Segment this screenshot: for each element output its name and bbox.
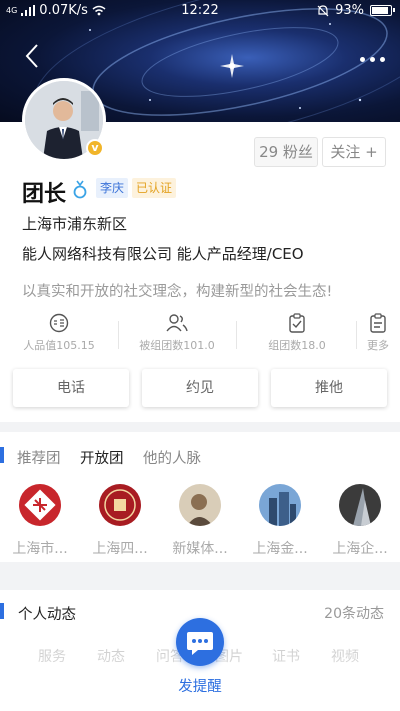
city-tag: 李庆 — [96, 178, 129, 198]
stat-label: 更多 — [367, 339, 389, 352]
recommend-button[interactable]: 推他 — [271, 369, 387, 407]
group-avatar[interactable] — [259, 484, 301, 526]
people-value-icon — [49, 313, 69, 333]
divider — [236, 321, 237, 349]
subtab-videos[interactable]: 视频 — [331, 646, 359, 666]
group-photo-image — [179, 484, 221, 526]
location-text: 上海市浦东新区 — [22, 215, 128, 233]
group-building-image — [259, 484, 301, 526]
motto-text: 以真实和开放的社交理念，构建新型的社会生态! — [22, 284, 333, 300]
group-name: 新媒体... — [172, 541, 228, 557]
battery-percent: 93% — [335, 3, 364, 18]
section-accent-bar — [0, 603, 4, 619]
clock: 12:22 — [181, 3, 219, 18]
group-tower-image — [339, 484, 381, 526]
battery-level-fill — [372, 7, 388, 14]
group-avatar[interactable] — [339, 484, 381, 526]
meet-button[interactable]: 约见 — [142, 369, 258, 407]
call-button[interactable]: 电话 — [13, 369, 129, 407]
gender-icon — [73, 180, 87, 199]
group-avatar[interactable] — [19, 484, 61, 526]
divider — [118, 321, 119, 349]
dot-icon — [369, 56, 375, 62]
stat-people-value[interactable]: 人品值105.15 — [14, 313, 104, 353]
group-seal-image — [99, 484, 141, 526]
company-title-text: 能人网络科技有限公司 能人产品经理/CEO — [22, 245, 304, 263]
clipboard-check-icon — [289, 313, 305, 333]
subtab-certificates[interactable]: 证书 — [272, 646, 300, 666]
send-reminder-button[interactable] — [176, 618, 224, 666]
stat-label: 人品值105.15 — [23, 339, 95, 352]
chat-bubble-icon — [187, 632, 213, 655]
group-logo-image — [19, 484, 61, 526]
stat-label: 组团数18.0 — [268, 339, 326, 352]
certified-tag: 已认证 — [132, 178, 177, 198]
mute-bell-icon — [317, 4, 329, 16]
group-users-icon — [166, 314, 188, 332]
tab-open-groups[interactable]: 开放团 — [80, 447, 124, 468]
status-bar: 4G 0.07K/s 12:22 93% — [0, 0, 400, 22]
back-arrow-icon[interactable] — [22, 42, 44, 70]
profile-name: 团长 — [22, 182, 67, 207]
more-options-button[interactable] — [354, 52, 390, 66]
tab-his-connections[interactable]: 他的人脉 — [143, 447, 201, 468]
dynamics-title: 个人动态 — [18, 607, 76, 623]
group-name: 上海金... — [252, 541, 308, 557]
subtab-services[interactable]: 服务 — [38, 646, 66, 666]
stats-row: 人品值105.15 被组团数101.0 组团数18.0 更多 — [0, 313, 400, 357]
stat-group-count[interactable]: 组团数18.0 — [252, 313, 342, 353]
section-accent-bar — [0, 447, 4, 463]
stat-grouped-count[interactable]: 被组团数101.0 — [132, 313, 222, 353]
group-name: 上海市... — [12, 541, 68, 557]
dynamics-count[interactable]: 20条动态 — [324, 603, 384, 623]
group-avatar[interactable] — [179, 484, 221, 526]
group-name: 上海企... — [332, 541, 388, 557]
group-name: 上海四... — [92, 541, 148, 557]
follow-button[interactable]: 关注 + — [322, 137, 386, 167]
stat-more[interactable]: 更多 — [362, 313, 394, 353]
send-reminder-label: 发提醒 — [178, 679, 222, 695]
tab-recommended-groups[interactable]: 推荐团 — [17, 447, 61, 468]
subtab-dynamics[interactable]: 动态 — [97, 646, 125, 666]
stat-label: 被组团数101.0 — [139, 339, 215, 352]
dot-icon — [379, 56, 385, 62]
group-avatar[interactable] — [99, 484, 141, 526]
fans-button[interactable]: 29 粉丝 — [254, 137, 318, 167]
clipboard-more-icon — [370, 313, 386, 333]
verified-badge-icon: v — [86, 139, 104, 157]
battery-icon — [370, 5, 395, 16]
divider — [356, 321, 357, 349]
dot-icon — [359, 56, 365, 62]
